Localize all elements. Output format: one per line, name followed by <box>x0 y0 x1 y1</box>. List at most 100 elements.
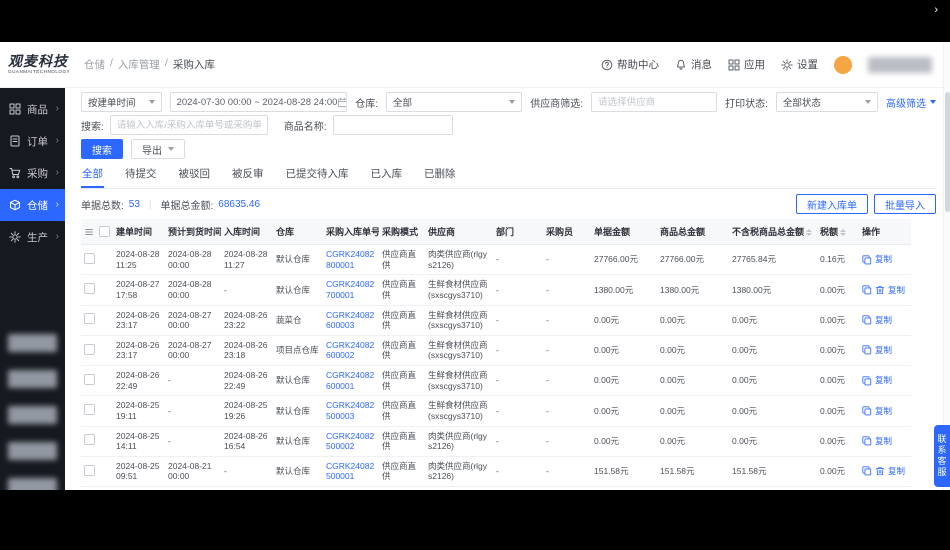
row-checkbox[interactable] <box>84 313 95 324</box>
header-action-消息[interactable]: 消息 <box>675 57 712 72</box>
breadcrumb-item[interactable]: 仓储 <box>84 57 105 72</box>
order-number-link[interactable]: CGRK24082700001 <box>326 279 374 300</box>
copy-link[interactable]: 复制 <box>888 466 905 477</box>
sidebar-item-redacted[interactable] <box>8 478 57 490</box>
cell-mode: 供应商直供 <box>379 426 425 456</box>
header-action-帮助中心[interactable]: 帮助中心 <box>601 57 659 72</box>
copy-link[interactable]: 复制 <box>875 345 892 356</box>
order-number-link[interactable]: CGRK24082800001 <box>326 249 374 270</box>
tab-已删除[interactable]: 已删除 <box>423 164 457 188</box>
order-number-link[interactable]: CGRK24082500002 <box>326 431 374 452</box>
row-checkbox[interactable] <box>84 283 95 294</box>
sort-icon[interactable] <box>806 229 812 236</box>
sidebar-item-redacted[interactable] <box>8 370 57 388</box>
breadcrumb-item[interactable]: 入库管理 <box>118 57 160 72</box>
column-header[interactable]: 税额 <box>817 219 859 245</box>
sidebar-item-redacted[interactable] <box>8 334 57 352</box>
copy-link[interactable]: 复制 <box>875 375 892 386</box>
copy-link[interactable]: 复制 <box>875 254 892 265</box>
bell-icon <box>675 59 687 71</box>
tab-待提交[interactable]: 待提交 <box>124 164 158 188</box>
sidebar-item-redacted[interactable] <box>8 406 57 424</box>
customer-service-tab[interactable]: 联系客服 <box>934 425 950 487</box>
copy-link[interactable]: 复制 <box>875 315 892 326</box>
sidebar-item-orders[interactable]: 订单› <box>0 125 65 157</box>
cell-mode: 供应商直供 <box>379 366 425 396</box>
row-checkbox[interactable] <box>84 344 95 355</box>
cell-created: 2024-08-25 14:11 <box>113 426 165 456</box>
cell-supplier: 生鲜食材供应商(sxscgys3710) <box>425 335 493 365</box>
advanced-filter-link[interactable]: 高级筛选 <box>886 95 936 110</box>
cell-department: - <box>493 426 543 456</box>
row-checkbox[interactable] <box>84 404 95 415</box>
select-all-checkbox[interactable] <box>99 226 110 237</box>
print-status-select[interactable]: 全部状态 <box>776 92 878 112</box>
copy-icon[interactable] <box>862 285 872 295</box>
sidebar-item-production[interactable]: 生产› <box>0 221 65 253</box>
trash-icon[interactable] <box>875 285 885 295</box>
row-checkbox[interactable] <box>84 374 95 385</box>
search-input[interactable] <box>110 115 268 135</box>
row-checkbox[interactable] <box>84 465 95 476</box>
order-number-link[interactable]: CGRK24082600003 <box>326 310 374 331</box>
sidebar-item-warehouse[interactable]: 仓储› <box>0 189 65 221</box>
copy-icon[interactable] <box>862 436 872 446</box>
column-header[interactable]: 不含税商品总金额 <box>729 219 817 245</box>
product-name-label: 商品名称: <box>284 118 327 133</box>
copy-icon[interactable] <box>862 345 872 355</box>
cell-stored: 2024-08-26 23:18 <box>221 335 273 365</box>
tab-全部[interactable]: 全部 <box>81 164 104 188</box>
chevron-right-icon: › <box>56 232 59 242</box>
list-icon[interactable] <box>84 227 94 237</box>
avatar[interactable] <box>834 56 852 74</box>
copy-icon[interactable] <box>862 315 872 325</box>
scrollbar-thumb[interactable] <box>945 92 950 212</box>
collapse-chevron-icon[interactable]: › <box>934 4 938 16</box>
product-name-input[interactable] <box>333 115 453 135</box>
date-range-input[interactable]: 2024-07-30 00:00 ~ 2024-08-28 24:00 <box>170 92 348 112</box>
copy-link[interactable]: 复制 <box>888 285 905 296</box>
time-type-select[interactable]: 按建单时间 <box>81 92 162 112</box>
cell-stored: - <box>221 456 273 486</box>
search-button[interactable]: 搜索 <box>81 139 123 159</box>
create-inbound-button[interactable]: 新建入库单 <box>796 194 868 214</box>
logo-subtitle: GUANMAITECHNOLOGY <box>8 70 70 75</box>
order-number-link[interactable]: CGRK24082500003 <box>326 400 374 421</box>
warehouse-select[interactable]: 全部 <box>386 92 522 112</box>
cell-stored: 2024-08-21 14:54 <box>221 487 273 491</box>
sort-icon[interactable] <box>840 229 846 236</box>
row-checkbox[interactable] <box>84 434 95 445</box>
copy-icon[interactable] <box>862 255 872 265</box>
filter-bar: 按建单时间 2024-07-30 00:00 ~ 2024-08-28 24:0… <box>81 92 936 112</box>
batch-import-button[interactable]: 批量导入 <box>874 194 936 214</box>
sidebar-item-label: 商品 <box>27 102 56 117</box>
copy-icon[interactable] <box>862 376 872 386</box>
copy-icon[interactable] <box>862 406 872 416</box>
tab-已提交待入库[interactable]: 已提交待入库 <box>285 164 350 188</box>
order-number-link[interactable]: CGRK24082600002 <box>326 340 374 361</box>
order-number-link[interactable]: CGRK24082600001 <box>326 370 374 391</box>
cell-created: 2024-08-25 19:11 <box>113 396 165 426</box>
copy-icon[interactable] <box>862 466 872 476</box>
sidebar-item-goods[interactable]: 商品› <box>0 93 65 125</box>
copy-link[interactable]: 复制 <box>875 406 892 417</box>
header-action-设置[interactable]: 设置 <box>781 57 818 72</box>
tab-被反审[interactable]: 被反审 <box>231 164 265 188</box>
sidebar-item-purchase[interactable]: 采购› <box>0 157 65 189</box>
supplier-filter-input[interactable] <box>591 92 717 112</box>
cell-tax: 0.00元 <box>817 305 859 335</box>
order-number-link[interactable]: CGRK24082500001 <box>326 461 374 482</box>
row-checkbox[interactable] <box>84 253 95 264</box>
copy-link[interactable]: 复制 <box>875 436 892 447</box>
cell-warehouse: 项目点仓库 <box>273 487 323 491</box>
chevron-down-icon <box>509 100 515 104</box>
header-action-应用[interactable]: 应用 <box>728 57 765 72</box>
sidebar-item-redacted[interactable] <box>8 442 57 460</box>
inbound-orders-table: 建单时间预计到货时间入库时间仓库采购入库单号采购模式供应商部门采购员单据金额商品… <box>81 219 936 490</box>
tab-被驳回[interactable]: 被驳回 <box>178 164 212 188</box>
cell-created: 2024-08-21 17:54 <box>113 487 165 491</box>
export-button[interactable]: 导出 <box>131 139 185 159</box>
tab-已入库[interactable]: 已入库 <box>370 164 404 188</box>
vertical-scrollbar[interactable] <box>943 42 950 490</box>
trash-icon[interactable] <box>875 466 885 476</box>
